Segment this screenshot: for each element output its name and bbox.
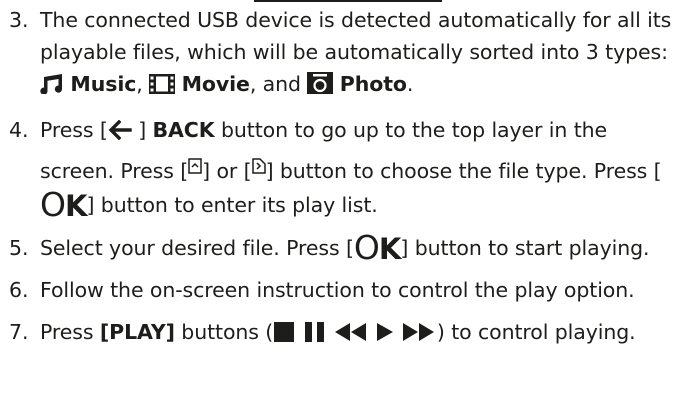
rewind-icon — [332, 320, 368, 344]
page-up-icon — [188, 150, 202, 184]
camera-icon — [307, 71, 334, 103]
step-5: 5. Select your desired file. Press [OK] … — [9, 228, 675, 267]
movie-label: Movie — [181, 72, 250, 96]
play-key-label: [PLAY] — [99, 320, 175, 344]
instruction-list: 3. The connected USB device is detected … — [9, 4, 675, 358]
play-icon — [374, 320, 394, 344]
step-text: The connected USB device is detected aut… — [40, 4, 675, 103]
pause-icon — [302, 320, 326, 344]
step-4: 4. Press [ ] BACK button to go up to the… — [9, 113, 675, 222]
step-3: 3. The connected USB device is detected … — [9, 4, 675, 103]
page-down-icon — [251, 150, 266, 184]
step-6: 6. Follow the on-screen instruction to c… — [9, 274, 675, 306]
ok-symbol: OK — [40, 185, 87, 224]
step-text: Press [PLAY] buttons ( ) to control play… — [40, 320, 636, 344]
film-strip-icon — [149, 71, 176, 103]
music-note-icon — [40, 71, 64, 103]
photo-label: Photo — [339, 72, 407, 96]
step-text: Follow the on-screen instruction to cont… — [40, 278, 635, 302]
left-arrow-icon — [108, 116, 132, 150]
music-label: Music — [70, 72, 137, 96]
back-label: BACK — [152, 118, 215, 142]
step-7: 7. Press [PLAY] buttons ( ) to control p… — [9, 316, 675, 348]
step-number: 4. — [9, 118, 29, 142]
stop-icon — [273, 320, 295, 344]
step-text: Select your desired file. Press [OK] but… — [40, 228, 650, 267]
step-number: 3. — [9, 8, 29, 32]
step-number: 7. — [9, 320, 29, 344]
step-number: 5. — [9, 236, 29, 260]
step-number: 6. — [9, 278, 29, 302]
step-text: Press [ ] BACK button to go up to the to… — [40, 116, 662, 224]
top-rule — [254, 0, 442, 2]
ok-symbol: OK — [353, 228, 401, 267]
fast-forward-icon — [401, 320, 437, 344]
